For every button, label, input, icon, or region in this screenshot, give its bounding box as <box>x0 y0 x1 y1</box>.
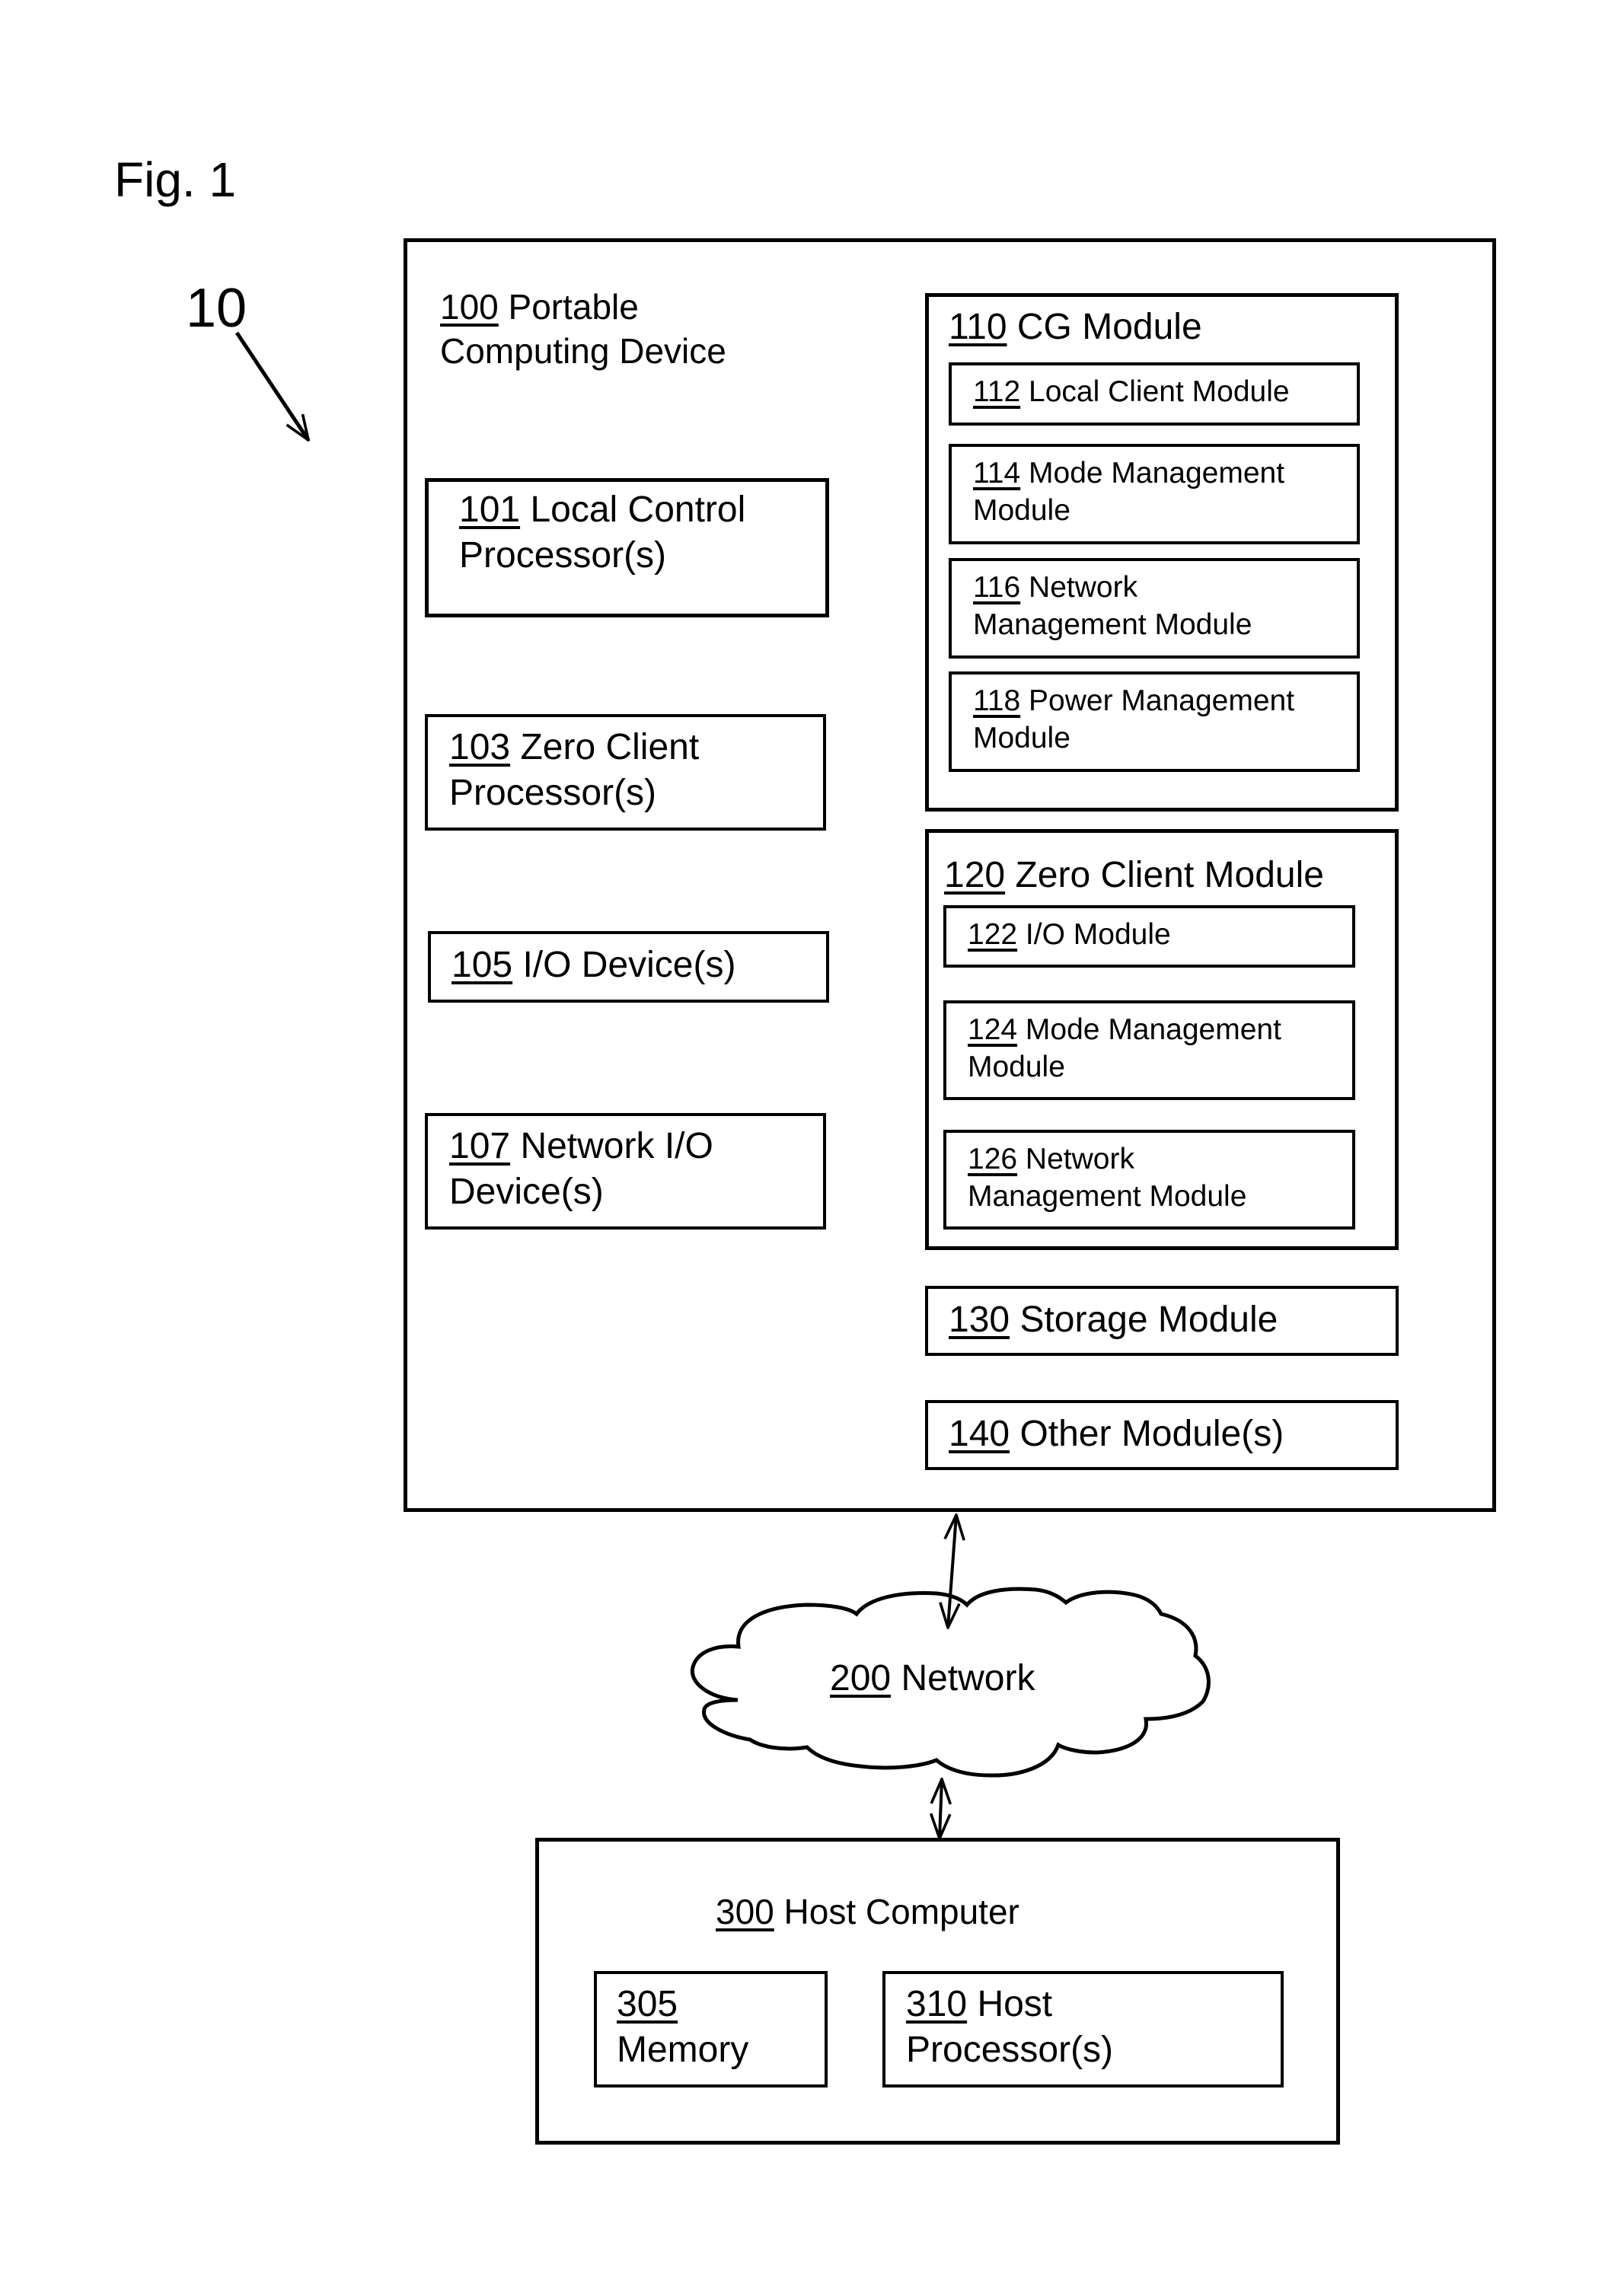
host-ref-number: 300 <box>716 1892 774 1931</box>
io-devices-label: 105 I/O Device(s) <box>451 942 735 988</box>
network-label: 200 Network <box>830 1656 1035 1702</box>
submodule-name-line1: Network <box>1029 571 1138 604</box>
submodule-name-line2: Management Module <box>973 608 1252 641</box>
component-name-line2: Memory <box>617 2030 749 2070</box>
host-name: Host Computer <box>783 1892 1019 1931</box>
component-ref-number: 105 <box>451 945 513 985</box>
submodule-name-line2: Module <box>968 1050 1065 1083</box>
zero-client-module-label: 120 Zero Client Module <box>944 853 1324 898</box>
cg-mode-management-module-label: 114 Mode Management Module <box>973 455 1284 530</box>
device-name-line1: Portable <box>508 287 639 327</box>
component-name-line1: Local Control <box>530 490 746 530</box>
component-ref-number: 305 <box>617 1984 678 2024</box>
component-ref-number: 107 <box>449 1126 511 1166</box>
module-ref-number: 120 <box>944 855 1006 895</box>
module-ref-number: 130 <box>949 1300 1010 1340</box>
module-name: Zero Client Module <box>1015 855 1324 895</box>
component-ref-number: 310 <box>906 1984 968 2024</box>
component-name-line2: Processor(s) <box>449 773 657 813</box>
storage-module-label: 130 Storage Module <box>949 1297 1278 1343</box>
cg-network-management-module-label: 116 Network Management Module <box>973 569 1252 644</box>
module-name: Other Module(s) <box>1019 1414 1284 1454</box>
submodule-name-line1: Network <box>1025 1143 1134 1175</box>
submodule-name-line1: Power Management <box>1029 684 1295 717</box>
zc-mode-management-module-label: 124 Mode Management Module <box>968 1012 1281 1086</box>
power-management-module-label: 118 Power Management Module <box>973 683 1294 757</box>
submodule-ref-number: 116 <box>973 571 1021 604</box>
network-io-devices-label: 107 Network I/O Device(s) <box>449 1124 713 1215</box>
submodule-name-line2: Management Module <box>968 1179 1247 1213</box>
module-name: CG Module <box>1016 307 1202 347</box>
local-client-module-label: 112 Local Client Module <box>973 374 1290 411</box>
component-name-line1: I/O Device(s) <box>522 945 736 985</box>
component-name-line2: Processor(s) <box>459 535 667 576</box>
submodule-ref-number: 118 <box>973 684 1021 717</box>
submodule-name-line1: Local Client Module <box>1029 375 1290 408</box>
network-host-arrow <box>940 1779 942 1839</box>
host-processors-label: 310 Host Processor(s) <box>906 1982 1113 2073</box>
memory-label: 305 Memory <box>617 1982 748 2073</box>
submodule-ref-number: 122 <box>968 918 1018 951</box>
device-name-line2: Computing Device <box>440 330 726 371</box>
zc-network-management-module-label: 126 Network Management Module <box>968 1141 1246 1216</box>
component-name-line1: Host <box>977 1984 1053 2024</box>
host-computer-label: 300 Host Computer <box>716 1890 1019 1934</box>
portable-computing-device-label: 100 Portable Computing Device <box>440 285 726 373</box>
zero-client-processor-label: 103 Zero Client Processor(s) <box>449 725 699 816</box>
local-control-processor-label: 101 Local Control Processor(s) <box>459 487 745 579</box>
component-name-line1: Zero Client <box>520 727 700 767</box>
submodule-name-line1: I/O Module <box>1025 918 1171 951</box>
submodule-name-line2: Module <box>973 493 1070 527</box>
module-ref-number: 110 <box>949 307 1007 347</box>
device-network-arrow <box>948 1515 956 1628</box>
submodule-name-line1: Mode Management <box>1029 457 1285 490</box>
device-ref-number: 100 <box>440 287 499 327</box>
other-modules-label: 140 Other Module(s) <box>949 1411 1284 1457</box>
cg-module-label: 110 CG Module <box>949 305 1202 350</box>
component-ref-number: 101 <box>459 490 521 530</box>
component-name-line1: Network I/O <box>520 1126 713 1166</box>
system-reference-arrow <box>235 331 308 440</box>
submodule-ref-number: 114 <box>973 457 1021 490</box>
submodule-name-line2: Module <box>973 721 1070 754</box>
module-ref-number: 140 <box>949 1414 1010 1454</box>
submodule-name-line1: Mode Management <box>1025 1013 1281 1046</box>
submodule-ref-number: 126 <box>968 1143 1018 1175</box>
component-name-line2: Processor(s) <box>906 2030 1114 2070</box>
io-module-label: 122 I/O Module <box>968 917 1171 954</box>
submodule-ref-number: 124 <box>968 1013 1018 1046</box>
component-ref-number: 103 <box>449 727 511 767</box>
component-name-line2: Device(s) <box>449 1172 604 1212</box>
submodule-ref-number: 112 <box>973 375 1021 408</box>
network-name: Network <box>901 1658 1035 1698</box>
network-ref-number: 200 <box>830 1658 892 1698</box>
module-name: Storage Module <box>1019 1300 1278 1340</box>
